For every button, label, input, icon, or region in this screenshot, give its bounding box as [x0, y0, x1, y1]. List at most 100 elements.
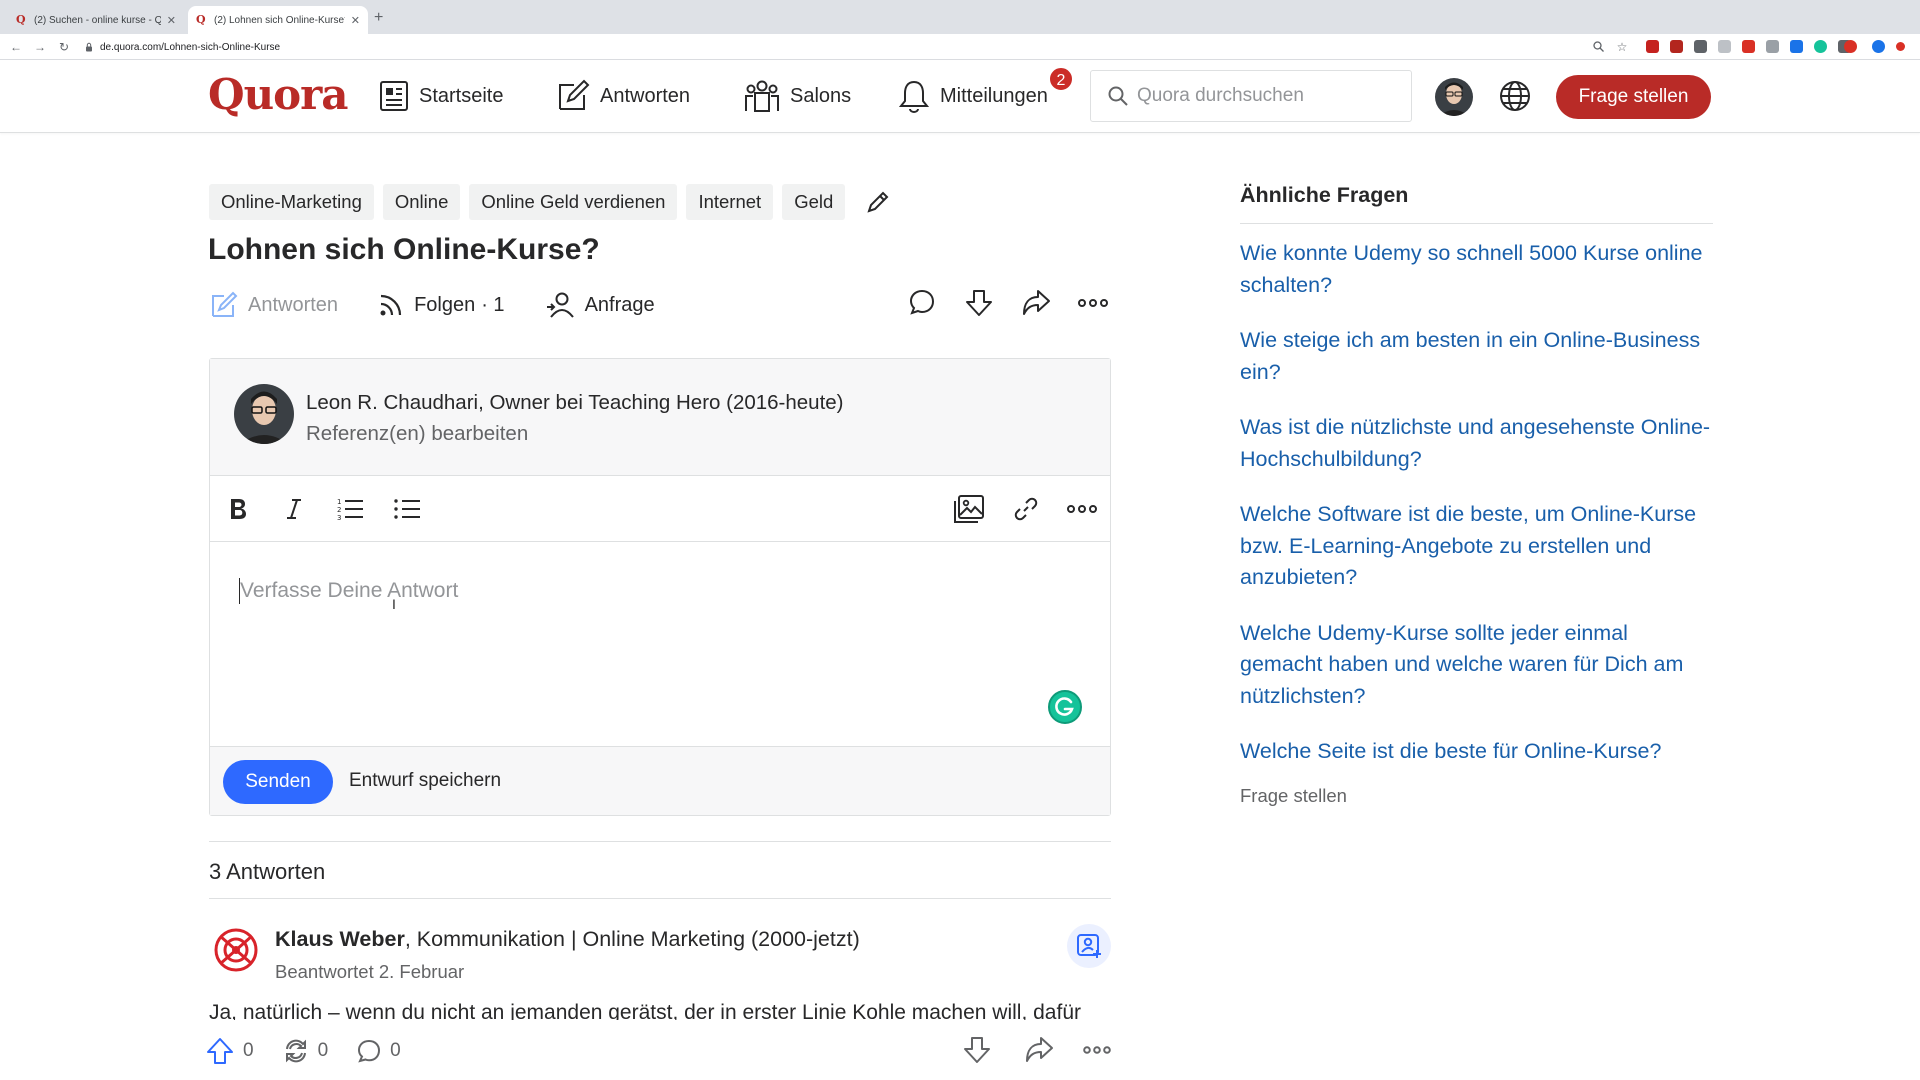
comment-icon: [358, 1039, 381, 1063]
url-field[interactable]: de.quora.com/Lohnen-sich-Online-Kurse: [84, 37, 1584, 57]
share-answer-button[interactable]: 0: [282, 1037, 328, 1065]
related-question-link[interactable]: Was ist die nützlichste und angesehenste…: [1240, 412, 1713, 475]
edit-credentials-link[interactable]: Referenz(en) bearbeiten: [306, 422, 528, 446]
more-options-icon[interactable]: [1083, 1045, 1111, 1055]
topic-tag[interactable]: Internet: [686, 184, 774, 220]
extension-icon[interactable]: [1646, 40, 1659, 53]
answer-text-preview[interactable]: Ja, natürlich – wenn du nicht an jemande…: [209, 1002, 1111, 1020]
follow-rss-icon: [380, 294, 402, 316]
edit-topics-pencil-icon[interactable]: [866, 190, 890, 214]
follow-label: Folgen: [414, 293, 476, 316]
save-draft-button[interactable]: Entwurf speichern: [349, 770, 501, 792]
answer-button[interactable]: Antworten: [210, 291, 338, 319]
upvote-count: 0: [243, 1040, 254, 1061]
insert-link-button[interactable]: [1010, 493, 1042, 525]
answer-text-area[interactable]: Verfasse Deine Antwort: [210, 542, 1110, 746]
reshare-icon: [285, 1039, 306, 1063]
follow-author-button[interactable]: [1067, 924, 1111, 968]
downvote-icon[interactable]: [962, 1035, 992, 1065]
user-avatar[interactable]: [1435, 78, 1473, 116]
quora-logo[interactable]: Quora: [208, 70, 348, 119]
extension-icon[interactable]: [1718, 40, 1731, 53]
quora-header: Quora Startseite Antworten Salons Mittei…: [0, 60, 1920, 133]
related-question-link[interactable]: Welche Udemy-Kurse sollte jeder einmal g…: [1240, 618, 1713, 713]
nav-home[interactable]: Startseite: [379, 78, 503, 114]
new-tab-icon[interactable]: +: [374, 9, 383, 27]
search-input[interactable]: [1137, 85, 1397, 107]
url-text: de.quora.com/Lohnen-sich-Online-Kurse: [100, 41, 281, 53]
nav-answer[interactable]: Antworten: [556, 78, 690, 114]
spaces-people-icon: [745, 80, 779, 112]
bold-icon: [231, 499, 246, 519]
close-tab-icon[interactable]: ✕: [351, 14, 360, 27]
author-credential[interactable]: Leon R. Chaudhari, Owner bei Teaching He…: [306, 391, 844, 415]
related-questions-title: Ähnliche Fragen: [1240, 183, 1409, 207]
bookmark-star-icon[interactable]: ☆: [1614, 39, 1630, 55]
profile-icon[interactable]: [1872, 40, 1885, 53]
close-tab-icon[interactable]: ✕: [167, 14, 176, 27]
extension-icon[interactable]: [1766, 40, 1779, 53]
divider: [209, 898, 1111, 899]
extension-icon[interactable]: [1742, 40, 1755, 53]
svg-text:1: 1: [337, 498, 341, 506]
nav-notifications[interactable]: Mitteilungen: [898, 78, 1048, 114]
answer-text: Ja, natürlich – wenn du nicht an jemande…: [209, 1002, 1081, 1020]
send-button[interactable]: Senden: [223, 760, 333, 804]
italic-icon: [287, 499, 301, 519]
nav-spaces[interactable]: Salons: [744, 78, 851, 114]
browser-tab-question[interactable]: Q (2) Lohnen sich Online-Kurse? ✕: [188, 6, 368, 34]
related-question-link[interactable]: Wie steige ich am besten in ein Online-B…: [1240, 325, 1713, 388]
share-icon[interactable]: [1021, 288, 1051, 318]
comment-icon[interactable]: [908, 288, 936, 316]
image-icon: [954, 495, 984, 523]
question-title: Lohnen sich Online-Kurse?: [208, 233, 600, 266]
topic-tag[interactable]: Online: [382, 184, 461, 220]
topic-tag[interactable]: Online-Marketing: [209, 184, 374, 220]
divider: [209, 841, 1111, 842]
follow-button[interactable]: Folgen · 1: [378, 292, 505, 318]
request-button[interactable]: Anfrage: [545, 291, 655, 319]
browser-tab-search[interactable]: Q (2) Suchen - online kurse - Qu ✕: [8, 6, 184, 34]
reload-icon[interactable]: ↻: [56, 39, 72, 55]
related-question-link[interactable]: Welche Seite ist die beste für Online-Ku…: [1240, 736, 1713, 768]
topic-tag[interactable]: Geld: [782, 184, 846, 220]
question-actions: Antworten Folgen · 1 Anfrage: [210, 285, 695, 325]
extension-icon[interactable]: [1814, 40, 1827, 53]
answer-author-avatar[interactable]: [211, 925, 261, 975]
answer-author-name[interactable]: Klaus Weber: [275, 927, 405, 951]
ask-question-button[interactable]: Frage stellen: [1556, 75, 1711, 119]
extension-icon[interactable]: [1844, 40, 1857, 53]
bold-button[interactable]: [222, 493, 254, 525]
answer-date[interactable]: Beantwortet 2. Februar: [275, 961, 464, 983]
insert-image-button[interactable]: [953, 493, 985, 525]
comment-answer-button[interactable]: 0: [356, 1038, 401, 1064]
bullet-list-button[interactable]: [391, 493, 423, 525]
upvote-button[interactable]: 0: [205, 1036, 254, 1066]
extension-icon[interactable]: [1790, 40, 1803, 53]
downvote-icon[interactable]: [964, 288, 994, 318]
more-formatting-button[interactable]: [1066, 493, 1098, 525]
topic-tag[interactable]: Online Geld verdienen: [469, 184, 678, 220]
more-options-icon[interactable]: [1078, 298, 1108, 308]
more-options-icon: [1067, 505, 1097, 513]
grammarly-icon[interactable]: [1048, 690, 1082, 724]
answer-editor: Leon R. Chaudhari, Owner bei Teaching He…: [209, 358, 1111, 816]
related-question-link[interactable]: Wie konnte Udemy so schnell 5000 Kurse o…: [1240, 238, 1713, 301]
sidebar-ask-question-link[interactable]: Frage stellen: [1240, 785, 1347, 807]
search-box[interactable]: [1090, 70, 1412, 122]
globe-language-icon[interactable]: [1498, 79, 1532, 113]
error-indicator-icon[interactable]: [1896, 42, 1905, 51]
nav-answer-label: Antworten: [600, 84, 691, 107]
italic-button[interactable]: [278, 493, 310, 525]
share-icon[interactable]: [1024, 1035, 1054, 1065]
forward-icon[interactable]: →: [32, 39, 48, 55]
back-icon[interactable]: ←: [8, 39, 24, 55]
related-question-link[interactable]: Welche Software ist die beste, um Online…: [1240, 499, 1713, 594]
zoom-icon[interactable]: [1592, 40, 1605, 53]
extension-icon[interactable]: [1670, 40, 1683, 53]
nav-spaces-label: Salons: [790, 84, 852, 107]
tab-title: (2) Lohnen sich Online-Kurse?: [214, 14, 345, 26]
extension-icon[interactable]: [1694, 40, 1707, 53]
user-avatar-image: [1435, 78, 1473, 116]
numbered-list-button[interactable]: 123: [334, 493, 366, 525]
